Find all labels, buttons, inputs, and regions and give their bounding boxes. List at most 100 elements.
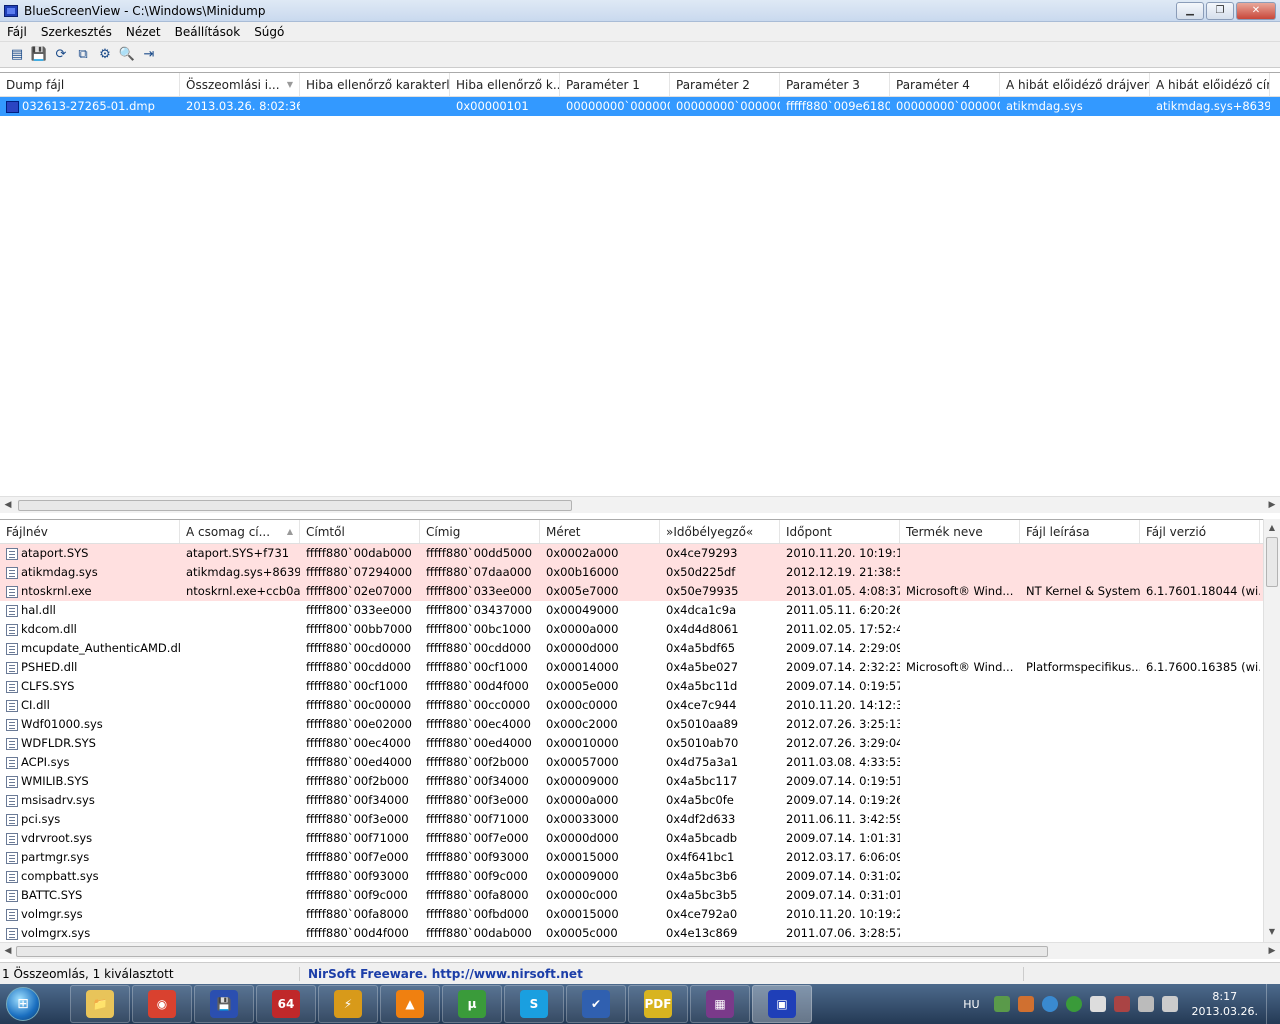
column-header[interactable]: Címtől (300, 520, 420, 543)
menu-view[interactable]: Nézet (119, 25, 168, 39)
column-header[interactable]: Dump fájl (0, 73, 180, 96)
clock[interactable]: 8:17 2013.03.26. (1192, 989, 1258, 1019)
driver-row[interactable]: volmgrx.sys fffff880`00d4f000 fffff880`00d… (0, 924, 1280, 943)
column-header[interactable]: Összeomlási i... ▼ (180, 73, 300, 96)
column-header[interactable]: Hiba ellenőrző k... (450, 73, 560, 96)
title-bar[interactable]: BlueScreenView - C:\Windows\Minidump ▁ ❐… (0, 0, 1280, 22)
column-header[interactable]: Címig (420, 520, 540, 543)
maximize-button[interactable]: ❐ (1206, 1, 1234, 20)
show-desktop-button[interactable] (1266, 984, 1280, 1024)
advanced-options-button[interactable]: ⚙ (94, 44, 116, 66)
start-button[interactable]: ⊞ (0, 984, 46, 1024)
refresh-button[interactable]: ⟳ (50, 44, 72, 66)
menu-help[interactable]: Súgó (247, 25, 291, 39)
driver-row[interactable]: atikmdag.sys atikmdag.sys+8639e fffff880`0… (0, 563, 1280, 582)
column-header[interactable]: Paraméter 4 (890, 73, 1000, 96)
scroll-left-icon[interactable]: ◀ (0, 946, 16, 956)
driver-list-hscrollbar[interactable]: ◀ ▶ (0, 942, 1280, 959)
menu-edit[interactable]: Szerkesztés (34, 25, 119, 39)
close-button[interactable]: ✕ (1236, 1, 1276, 20)
column-header[interactable]: »Időbélyegző« (660, 520, 780, 543)
taskbar-button[interactable]: ⚡ (318, 985, 378, 1023)
taskbar-button[interactable]: PDF (628, 985, 688, 1023)
column-header[interactable]: Fájl leírása (1020, 520, 1140, 543)
scroll-thumb[interactable] (18, 499, 572, 511)
taskbar-button[interactable]: µ (442, 985, 502, 1023)
language-indicator[interactable]: HU (963, 998, 979, 1011)
driver-row[interactable]: vdrvroot.sys fffff880`00f71000 fffff880`00… (0, 829, 1280, 848)
driver-row[interactable]: kdcom.dll fffff800`00bb7000 fffff800`00bc1… (0, 620, 1280, 639)
network-icon[interactable] (993, 996, 1010, 1012)
driver-row[interactable]: ataport.SYS ataport.SYS+f731 fffff880`00da… (0, 544, 1280, 563)
find-button[interactable]: 🔍 (116, 44, 138, 66)
driver-row[interactable]: pci.sys fffff880`00f3e000 fffff880`00f7100… (0, 810, 1280, 829)
tray-app-icon[interactable] (1113, 996, 1130, 1012)
driver-file-icon (6, 585, 18, 598)
exit-button[interactable]: ⇥ (138, 44, 160, 66)
column-header[interactable]: Paraméter 2 (670, 73, 780, 96)
driver-row[interactable]: partmgr.sys fffff880`00f7e000 fffff880`00f… (0, 848, 1280, 867)
driver-row[interactable]: ACPI.sys fffff880`00ed4000 fffff880`00f2b0… (0, 753, 1280, 772)
volume-icon[interactable] (1161, 996, 1178, 1012)
menu-file[interactable]: Fájl (0, 25, 34, 39)
properties-button[interactable]: ▤ (6, 44, 28, 66)
network-connection-icon[interactable] (1137, 996, 1154, 1012)
tray-app-icon[interactable] (1017, 996, 1034, 1012)
action-center-flag-icon[interactable] (1089, 996, 1106, 1012)
driver-row[interactable]: BATTC.SYS fffff880`00f9c000 fffff880`00fa8… (0, 886, 1280, 905)
cell-text: fffff880`00f7e000 (426, 831, 529, 845)
driver-row[interactable]: WDFLDR.SYS fffff880`00ec4000 fffff880`00ed… (0, 734, 1280, 753)
cell-text: fffff880`00cd0000 (306, 641, 412, 655)
driver-row[interactable]: Wdf01000.sys fffff880`00e02000 fffff880`00… (0, 715, 1280, 734)
vscroll-thumb[interactable] (1266, 537, 1278, 587)
taskbar-button[interactable]: 📁 (70, 985, 130, 1023)
nirsoft-link[interactable]: NirSoft Freeware. http://www.nirsoft.net (300, 966, 1024, 981)
column-header[interactable]: Termék neve (900, 520, 1020, 543)
minimize-button[interactable]: ▁ (1176, 1, 1204, 20)
scroll-thumb[interactable] (16, 945, 1048, 957)
column-header[interactable]: Paraméter 3 (780, 73, 890, 96)
taskbar-button[interactable]: 64 (256, 985, 316, 1023)
crash-row[interactable]: 032613-27265-01.dmp 2013.03.26. 8:02:36 0x… (0, 97, 1280, 116)
scroll-right-icon[interactable]: ▶ (1264, 946, 1280, 956)
taskbar-button[interactable]: ✔ (566, 985, 626, 1023)
column-header[interactable]: Fájlnév (0, 520, 180, 543)
column-header[interactable]: A csomag cí... ▲ (180, 520, 300, 543)
driver-row[interactable]: volmgr.sys fffff880`00fa8000 fffff880`00fb… (0, 905, 1280, 924)
table-cell: 2011.02.05. 17:52:49 (780, 620, 900, 639)
utorrent-tray-icon[interactable] (1065, 996, 1082, 1012)
driver-row[interactable]: CI.dll fffff880`00c00000 fffff880`00cc0000… (0, 696, 1280, 715)
column-header[interactable]: A hibát előidéző cím (1150, 73, 1270, 96)
column-header[interactable]: Méret (540, 520, 660, 543)
driver-list-vscrollbar[interactable]: ▲ ▼ (1263, 519, 1280, 942)
copy-button[interactable]: ⧉ (72, 44, 94, 66)
taskbar-button[interactable]: ▦ (690, 985, 750, 1023)
driver-row[interactable]: WMILIB.SYS fffff880`00f2b000 fffff880`00f3… (0, 772, 1280, 791)
scroll-down-icon[interactable]: ▼ (1264, 927, 1280, 936)
column-header[interactable]: Paraméter 1 (560, 73, 670, 96)
driver-row[interactable]: compbatt.sys fffff880`00f93000 fffff880`00… (0, 867, 1280, 886)
save-button[interactable]: 💾 (28, 44, 50, 66)
driver-row[interactable]: hal.dll fffff800`033ee000 fffff800`0343700… (0, 601, 1280, 620)
taskbar-button[interactable]: ▣ (752, 985, 812, 1023)
column-header[interactable]: Időpont (780, 520, 900, 543)
driver-row[interactable]: ntoskrnl.exe ntoskrnl.exe+ccb0a fffff800`0… (0, 582, 1280, 601)
column-header[interactable]: A hibát előidéző drájver (1000, 73, 1150, 96)
menu-options[interactable]: Beállítások (168, 25, 248, 39)
table-cell: Platformspecifikus... (1020, 658, 1140, 677)
taskbar-button[interactable]: ◉ (132, 985, 192, 1023)
scroll-right-icon[interactable]: ▶ (1264, 500, 1280, 510)
taskbar-button[interactable]: 💾 (194, 985, 254, 1023)
taskbar-button[interactable]: S (504, 985, 564, 1023)
driver-row[interactable]: msisadrv.sys fffff880`00f34000 fffff880`00… (0, 791, 1280, 810)
driver-row[interactable]: mcupdate_AuthenticAMD.dll fffff880`00cd00… (0, 639, 1280, 658)
crash-list-hscrollbar[interactable]: ◀ ▶ (0, 496, 1280, 513)
scroll-up-icon[interactable]: ▲ (1264, 523, 1280, 532)
taskbar-button[interactable]: ▲ (380, 985, 440, 1023)
driver-row[interactable]: PSHED.dll fffff880`00cdd000 fffff880`00cf1… (0, 658, 1280, 677)
driver-row[interactable]: CLFS.SYS fffff880`00cf1000 fffff880`00d4f0… (0, 677, 1280, 696)
tray-app-icon[interactable] (1041, 996, 1058, 1012)
column-header[interactable]: Fájl verzió (1140, 520, 1260, 543)
scroll-left-icon[interactable]: ◀ (0, 500, 16, 510)
column-header[interactable]: Hiba ellenőrző karakterl... (300, 73, 450, 96)
